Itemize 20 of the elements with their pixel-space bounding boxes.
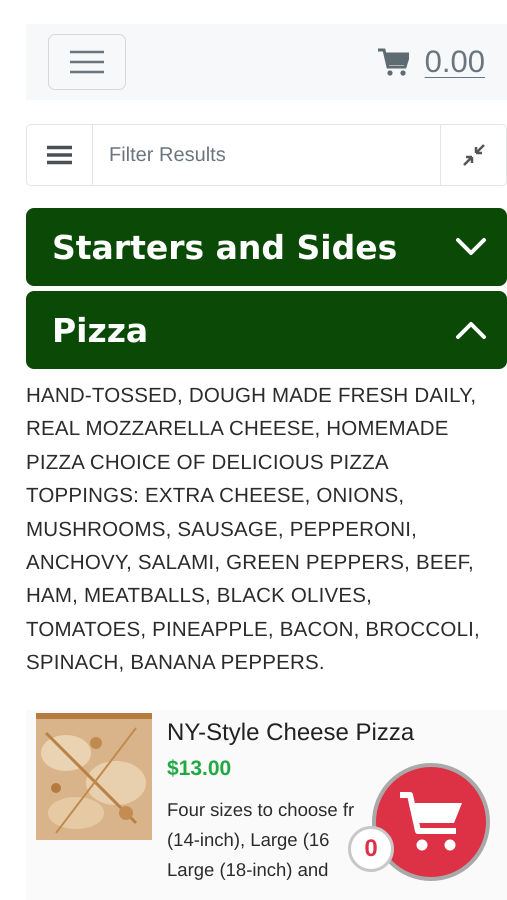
cart-total-link[interactable]: 0.00 (378, 44, 485, 80)
item-description-line: (14-inch), Large (16 (167, 828, 330, 852)
category-header[interactable]: Pizza (26, 291, 507, 369)
item-description-line: Four sizes to choose fr (167, 798, 354, 822)
cart-icon (398, 791, 464, 853)
item-price: $13.00 (167, 756, 232, 781)
menu-icon (70, 50, 104, 74)
category-description: HAND-TOSSED, DOUGH MADE FRESH DAILY, REAL MOZZARELLA CHEESE, HOMEMADE PIZZA CHOICE OF DELICIOUS PIZZA TOPPINGS: EXTRA CHEESE, ONIONS, MUSHROOMS, SAUSAGE, PEPPERONI, ANCHOVY, SALAMI, GREEN PEPPERS, BEEF, HAM, MEATBALLS, BLACK OLIVES, TOMATOES, PINEAPPLE, BACON, BROCCOLI, SPINACH, BANANA PEPPERS. (26, 383, 481, 676)
chevron-up-icon (455, 320, 487, 340)
collapse-icon (462, 143, 486, 167)
menu-icon (47, 145, 72, 165)
cart-icon (378, 48, 409, 76)
menu-button[interactable] (48, 34, 126, 90)
filter-field[interactable]: Filter Results (93, 124, 440, 186)
item-name: NY-Style Cheese Pizza (167, 718, 414, 747)
list-button[interactable] (26, 124, 93, 186)
item-description-line: Large (18-inch) and (167, 858, 328, 882)
chevron-down-icon (455, 237, 487, 257)
category-header[interactable]: Starters and Sides (26, 208, 507, 286)
collapse-button[interactable] (440, 124, 507, 186)
